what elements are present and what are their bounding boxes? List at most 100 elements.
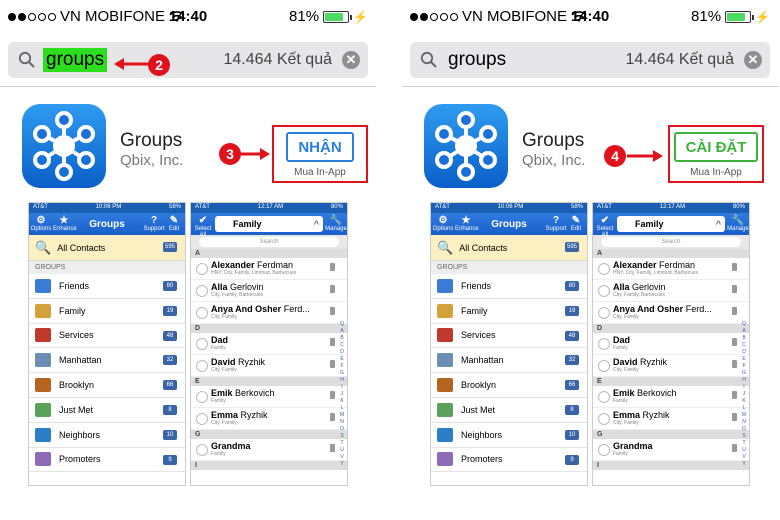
nav-bar: ✔ Select All Family ^ 🔧 Manage xyxy=(593,213,749,238)
get-button[interactable]: NHẬN xyxy=(286,132,354,162)
group-row[interactable]: Neighbors 10 xyxy=(431,423,587,448)
count-badge: 19 xyxy=(163,305,177,316)
contact-row[interactable]: David Ryzhik City, Family xyxy=(191,355,347,377)
contact-row[interactable]: Alexander Ferdman HNY, City, Family, Limm… xyxy=(593,258,749,280)
contact-row[interactable]: Dad Family xyxy=(593,333,749,355)
search-query[interactable]: groups xyxy=(43,48,108,72)
clear-icon[interactable]: ✕ xyxy=(744,51,762,69)
group-row[interactable]: Friends 80 xyxy=(29,274,185,299)
contact-last: Ferdman xyxy=(257,260,294,270)
group-icon xyxy=(35,427,51,442)
contact-row[interactable]: Anya And Osher Ferd... City, Family xyxy=(191,302,347,324)
contact-first: Alla xyxy=(613,282,630,292)
search-query[interactable]: groups xyxy=(445,48,509,72)
alphabet-index[interactable]: QABCDEFGHIJKLMNOSTUVY xyxy=(741,321,747,468)
group-selector[interactable]: Family ^ xyxy=(215,216,323,232)
carrier-label: AT&T xyxy=(435,204,450,210)
group-row[interactable]: Brooklyn 66 xyxy=(29,373,185,398)
all-contacts-row[interactable]: 🔍 All Contacts 595 xyxy=(29,235,185,261)
support-button[interactable]: ? Support xyxy=(143,215,165,232)
groups-app-icon[interactable] xyxy=(424,104,508,188)
contact-search[interactable]: Search xyxy=(191,235,347,249)
edit-button[interactable]: ✎ Edit xyxy=(163,215,185,232)
contact-first: David xyxy=(211,357,236,367)
groups-app-icon[interactable] xyxy=(22,104,106,188)
carrier-label: AT&T xyxy=(33,204,48,210)
manage-button[interactable]: 🔧 Manage xyxy=(325,215,347,232)
group-row[interactable]: Neighbors 10 xyxy=(29,423,185,448)
contact-groups: City, Family xyxy=(613,367,639,373)
clear-icon[interactable]: ✕ xyxy=(342,51,360,69)
groups-screenshot: AT&T 10:06 PM 58% ⚙ Options ★ Enhance Groups… xyxy=(430,202,588,486)
app-name[interactable]: Groups xyxy=(522,130,584,152)
count-badge: 66 xyxy=(565,380,579,391)
contact-row[interactable]: Alexander Ferdman HNY, City, Family, Limm… xyxy=(191,258,347,280)
contact-first: Emik xyxy=(613,388,635,398)
install-button[interactable]: CÀI ĐẶT xyxy=(674,132,758,162)
group-row[interactable]: Friends 80 xyxy=(431,274,587,299)
group-row[interactable]: Promoters 9 xyxy=(29,448,185,473)
phone-icon xyxy=(330,444,335,452)
search-bar[interactable]: groups 14.464 Kết quả ✕ xyxy=(8,42,368,78)
group-name: Brooklyn xyxy=(461,380,497,391)
contact-first: Dad xyxy=(211,335,229,345)
group-row[interactable]: Promoters 9 xyxy=(431,448,587,473)
contacts-screenshot: AT&T 12:17 AM 80% ✔ Select All Family ^ 🔧 Man… xyxy=(190,202,348,486)
group-row[interactable]: Just Met 8 xyxy=(29,398,185,423)
contact-groups: City, Family xyxy=(613,420,639,426)
count-badge: 80 xyxy=(565,281,579,291)
section-header: I xyxy=(593,461,749,470)
group-name: Services xyxy=(461,330,496,341)
section-header: A xyxy=(191,249,347,258)
support-button[interactable]: ? Support xyxy=(545,215,567,232)
group-icon xyxy=(35,378,51,393)
contact-row[interactable]: Emik Berkovich Family xyxy=(593,386,749,408)
battery-percent: 80% xyxy=(732,204,745,210)
group-row[interactable]: Family 19 xyxy=(29,299,185,324)
manage-button[interactable]: 🔧 Manage xyxy=(727,215,749,232)
contact-row[interactable]: Alla Gerlovin City, Family, Barbecues xyxy=(191,280,347,302)
app-developer[interactable]: Qbix, Inc. xyxy=(522,152,585,169)
group-row[interactable]: Manhattan 32 xyxy=(431,348,587,374)
group-row[interactable]: Services 48 xyxy=(431,324,587,349)
group-row[interactable]: Services 48 xyxy=(29,324,185,349)
battery-percent: 58% xyxy=(570,204,583,210)
group-icon xyxy=(437,278,453,293)
count-badge: 48 xyxy=(565,330,579,341)
contact-first: Alexander xyxy=(613,260,657,270)
count-badge: 9 xyxy=(565,454,579,465)
alphabet-index[interactable]: QABCDEFGHIJKLMNOSTUVY xyxy=(339,321,345,468)
app-developer[interactable]: Qbix, Inc. xyxy=(120,152,183,169)
group-selector[interactable]: Family ^ xyxy=(617,216,725,232)
select-all-button[interactable]: ✔ Select All xyxy=(594,215,616,238)
group-row[interactable]: Manhattan 32 xyxy=(29,348,185,374)
group-row[interactable]: Family 19 xyxy=(431,299,587,324)
group-name: Promoters xyxy=(59,454,101,465)
arrow-icon xyxy=(240,148,270,160)
app-name[interactable]: Groups xyxy=(120,130,182,152)
contact-row[interactable]: Anya And Osher Ferd... City, Family xyxy=(593,302,749,324)
contact-row[interactable]: Emma Ryzhik City, Family xyxy=(191,408,347,430)
count-badge: 48 xyxy=(163,330,177,341)
group-row[interactable]: Just Met 8 xyxy=(431,398,587,423)
contact-row[interactable]: Grandma Family xyxy=(191,439,347,461)
all-contacts-row[interactable]: 🔍 All Contacts 595 xyxy=(431,235,587,261)
group-row[interactable]: Brooklyn 66 xyxy=(431,373,587,398)
contact-groups: Family xyxy=(211,398,226,404)
contact-row[interactable]: Emik Berkovich Family xyxy=(191,386,347,408)
battery-icon xyxy=(725,10,755,23)
all-contacts-label: All Contacts xyxy=(459,242,508,253)
contact-row[interactable]: Emma Ryzhik City, Family xyxy=(593,408,749,430)
edit-button[interactable]: ✎ Edit xyxy=(565,215,587,232)
contact-row[interactable]: Dad Family xyxy=(191,333,347,355)
contact-first: Anya And Osher xyxy=(613,304,684,314)
section-header: I xyxy=(191,461,347,470)
contact-row[interactable]: Grandma Family xyxy=(593,439,749,461)
contact-row[interactable]: David Ryzhik City, Family xyxy=(593,355,749,377)
select-all-button[interactable]: ✔ Select All xyxy=(192,215,214,238)
group-name: Manhattan xyxy=(461,355,504,366)
phone-icon xyxy=(732,263,737,271)
contact-search[interactable]: Search xyxy=(593,235,749,249)
search-bar[interactable]: groups 14.464 Kết quả ✕ xyxy=(410,42,770,78)
contact-row[interactable]: Alla Gerlovin City, Family, Barbecues xyxy=(593,280,749,302)
